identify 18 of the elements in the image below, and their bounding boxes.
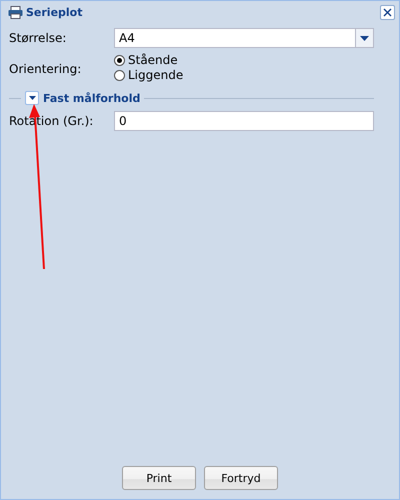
size-dropdown[interactable]: A4	[114, 28, 374, 48]
printer-icon	[8, 6, 23, 18]
radio-label[interactable]: Stående	[128, 53, 178, 67]
cancel-button[interactable]: Fortryd	[204, 466, 278, 490]
close-button[interactable]	[380, 4, 395, 20]
close-icon	[383, 8, 392, 16]
print-button[interactable]: Print	[122, 466, 196, 490]
caret-icon	[28, 96, 36, 100]
field-label: Orientering:	[9, 62, 82, 76]
radio-button[interactable]	[114, 54, 125, 66]
collapse-button[interactable]	[25, 91, 39, 105]
window-title: Serieplot	[26, 6, 84, 18]
caret-icon	[355, 29, 373, 47]
fieldset-title: Fast målforhold	[43, 92, 140, 104]
field-label: Størrelse:	[9, 31, 68, 45]
radio-label[interactable]: Liggende	[128, 68, 184, 82]
radio-button[interactable]	[114, 70, 125, 80]
rotation-field[interactable]: 0	[114, 111, 374, 131]
